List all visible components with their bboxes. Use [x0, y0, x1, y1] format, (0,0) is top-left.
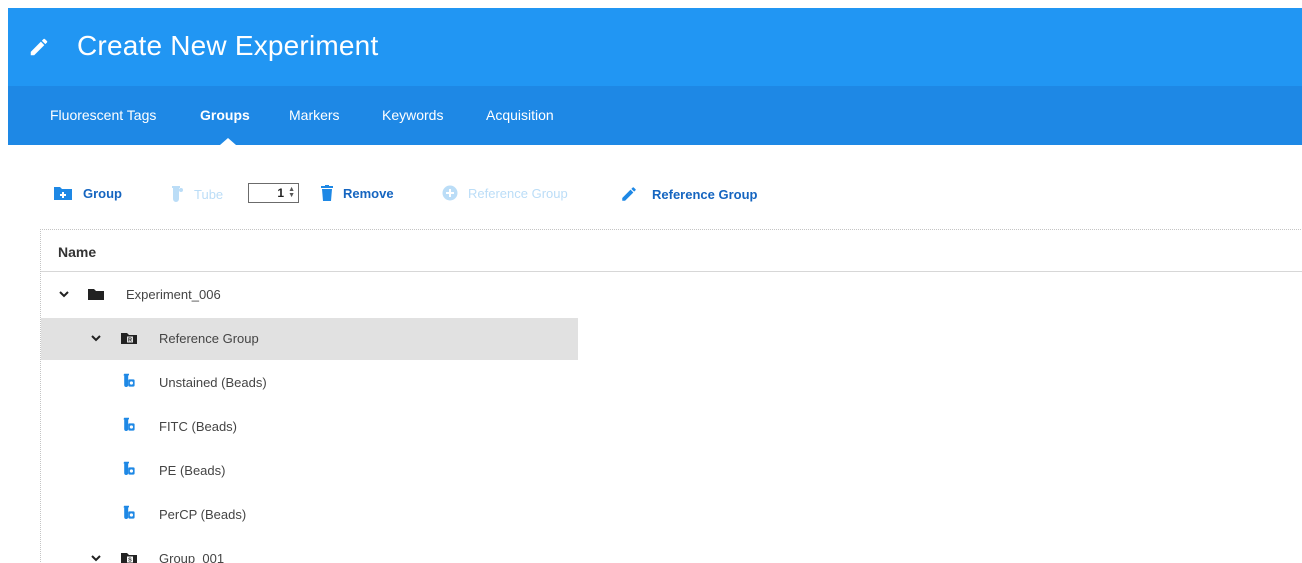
tree-row-tube[interactable]: FITC (Beads)	[41, 406, 1302, 448]
add-circle-icon	[442, 185, 458, 201]
tab-keywords[interactable]: Keywords	[382, 107, 443, 123]
title-bar: Create New Experiment	[8, 8, 1302, 86]
pencil-icon	[622, 187, 636, 201]
tree-row-reference-group[interactable]: R Reference Group	[41, 318, 1302, 360]
tree-row-label: FITC (Beads)	[159, 419, 238, 434]
tree-row-label: Reference Group	[159, 331, 259, 346]
remove-button[interactable]: Remove	[321, 185, 394, 201]
reference-badge: R	[128, 338, 132, 344]
tube-count-stepper[interactable]: 1 ▲ ▼	[248, 183, 299, 203]
edit-reference-group-label: Reference Group	[652, 186, 758, 202]
tree-row-experiment[interactable]: Experiment_006	[41, 274, 1302, 316]
pencil-icon	[30, 38, 48, 56]
chevron-down-icon[interactable]	[57, 287, 71, 301]
add-group-button[interactable]: Group	[53, 185, 122, 201]
add-reference-group-button[interactable]: Reference Group	[442, 185, 568, 201]
tree-row-label: Unstained (Beads)	[159, 375, 267, 390]
remove-label: Remove	[343, 185, 394, 201]
sample-badge: S	[128, 558, 132, 563]
active-tab-indicator	[220, 138, 236, 145]
trash-icon	[321, 185, 333, 201]
column-header-name[interactable]: Name	[58, 244, 96, 260]
add-group-label: Group	[83, 185, 122, 201]
tree-row-label: Experiment_006	[126, 287, 221, 302]
tree-row-tube[interactable]: PE (Beads)	[41, 450, 1302, 492]
tree-row-label: Group_001	[159, 551, 225, 563]
edit-reference-group-button[interactable]: Reference Group	[620, 185, 757, 203]
tube-icon	[123, 417, 135, 431]
tab-groups[interactable]: Groups	[200, 107, 250, 123]
group-tree-grid: Name Experiment_006 R Reference Group Un…	[40, 229, 1302, 563]
stepper-arrows[interactable]: ▲ ▼	[288, 186, 295, 199]
chevron-down-icon[interactable]	[89, 331, 103, 345]
sample-folder-icon: S	[121, 553, 137, 563]
tube-icon	[123, 373, 135, 387]
window-title: Create New Experiment	[77, 30, 379, 61]
grid-header: Name	[41, 230, 1302, 272]
tree-row-sample-group[interactable]: S Group_001	[41, 538, 1302, 563]
toolbar: Group Tube 1 ▲ ▼ Remove Reference Group …	[8, 145, 1302, 235]
tube-icon	[123, 461, 135, 475]
add-reference-group-label: Reference Group	[468, 185, 568, 201]
reference-folder-icon: R	[121, 333, 137, 344]
add-folder-icon	[54, 187, 72, 200]
tab-acquisition[interactable]: Acquisition	[486, 107, 554, 123]
tube-count-value: 1	[277, 186, 285, 200]
add-tube-label: Tube	[194, 186, 224, 202]
tab-bar: Fluorescent Tags Groups Markers Keywords…	[8, 86, 1302, 145]
chevron-down-icon[interactable]	[89, 551, 103, 563]
tree-row-label: PE (Beads)	[159, 463, 226, 478]
tree-row-tube[interactable]: Unstained (Beads)	[41, 362, 1302, 404]
tree-row-label: PerCP (Beads)	[159, 507, 247, 522]
folder-icon	[88, 289, 104, 300]
tube-icon	[123, 505, 135, 519]
tree-row-tube[interactable]: PerCP (Beads)	[41, 494, 1302, 536]
stepper-down-icon[interactable]: ▼	[288, 192, 295, 199]
tab-markers[interactable]: Markers	[289, 107, 340, 123]
create-experiment-window: Create New Experiment Fluorescent Tags G…	[8, 8, 1302, 563]
tube-icon	[172, 186, 183, 202]
add-tube-button[interactable]: Tube	[170, 185, 223, 203]
tab-fluorescent-tags[interactable]: Fluorescent Tags	[50, 107, 156, 123]
